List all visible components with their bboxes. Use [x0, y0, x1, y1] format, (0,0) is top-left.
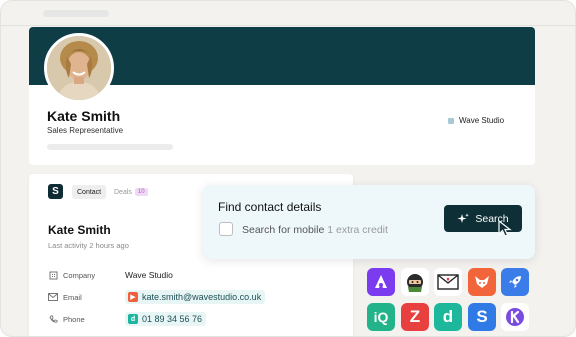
- phone-row: Phone d 01 89 34 56 76: [48, 311, 207, 327]
- company-label: Company: [63, 270, 96, 280]
- app-logo-icon: S: [48, 184, 63, 199]
- fox-icon[interactable]: [468, 268, 496, 296]
- d-icon[interactable]: d: [434, 303, 462, 331]
- company-tag[interactable]: Wave Studio: [448, 116, 504, 125]
- profile-placeholder-bar: [47, 144, 173, 150]
- mouse-cursor-icon: [498, 220, 512, 237]
- frame-address-bar: [43, 10, 109, 17]
- profile-name: Kate Smith: [47, 108, 121, 124]
- ninja-icon[interactable]: [401, 268, 429, 296]
- company-row: Company Wave Studio: [48, 267, 173, 283]
- phone-label: Phone: [63, 314, 85, 324]
- email-row: Email ▶ kate.smith@wavestudio.co.uk: [48, 289, 266, 305]
- tab-deals-label: Deals: [114, 188, 132, 196]
- find-contact-panel: Find contact details Search for mobile 1…: [203, 185, 535, 259]
- avatar-photo: [47, 36, 111, 100]
- building-icon: [48, 270, 58, 280]
- s-icon[interactable]: S: [468, 303, 496, 331]
- mail-icon: [48, 292, 58, 302]
- email-chip[interactable]: ▶ kate.smith@wavestudio.co.uk: [125, 290, 266, 304]
- find-contact-title: Find contact details: [218, 200, 322, 214]
- mail-heart-icon[interactable]: [434, 268, 462, 296]
- mobile-search-checkbox[interactable]: [219, 222, 233, 236]
- company-tag-label: Wave Studio: [459, 116, 505, 125]
- building-icon: [448, 117, 454, 124]
- email-value[interactable]: ▶ kate.smith@wavestudio.co.uk: [125, 290, 266, 304]
- profile-card: Kate Smith Sales Representative Wave Stu…: [29, 27, 535, 165]
- tab-deals[interactable]: Deals 10: [114, 185, 148, 199]
- sparkle-icon: [457, 213, 470, 223]
- tab-contact[interactable]: Contact: [72, 185, 107, 199]
- app-purple-icon[interactable]: [367, 268, 395, 296]
- browser-frame: Kate Smith Sales Representative Wave Stu…: [0, 0, 576, 337]
- contact-name: Kate Smith: [48, 223, 111, 237]
- extra-credit-note: 1 extra credit: [327, 224, 388, 236]
- phone-text: 01 89 34 56 76: [142, 314, 203, 324]
- z-icon[interactable]: Z: [401, 303, 429, 331]
- phone-value[interactable]: d 01 89 34 56 76: [125, 312, 207, 326]
- email-label: Email: [63, 292, 82, 302]
- phone-source-icon: d: [128, 314, 138, 324]
- tab-contact-label: Contact: [77, 188, 102, 196]
- iq-icon[interactable]: iQ: [367, 303, 395, 331]
- frame-divider: [1, 25, 575, 26]
- mobile-search-option[interactable]: Search for mobile 1 extra credit: [242, 224, 388, 236]
- avatar[interactable]: [44, 33, 114, 103]
- k-icon[interactable]: [501, 303, 529, 331]
- company-value: Wave Studio: [125, 270, 173, 280]
- mobile-search-label: Search for mobile: [242, 224, 325, 236]
- email-source-icon: ▶: [128, 292, 138, 302]
- profile-title: Sales Representative: [47, 126, 124, 135]
- email-text: kate.smith@wavestudio.co.uk: [142, 292, 262, 302]
- phone-chip[interactable]: d 01 89 34 56 76: [125, 312, 207, 326]
- phone-icon: [48, 314, 58, 324]
- rocket-icon[interactable]: [501, 268, 529, 296]
- last-activity: Last activity 2 hours ago: [48, 241, 129, 250]
- deals-count-badge: 10: [134, 188, 148, 196]
